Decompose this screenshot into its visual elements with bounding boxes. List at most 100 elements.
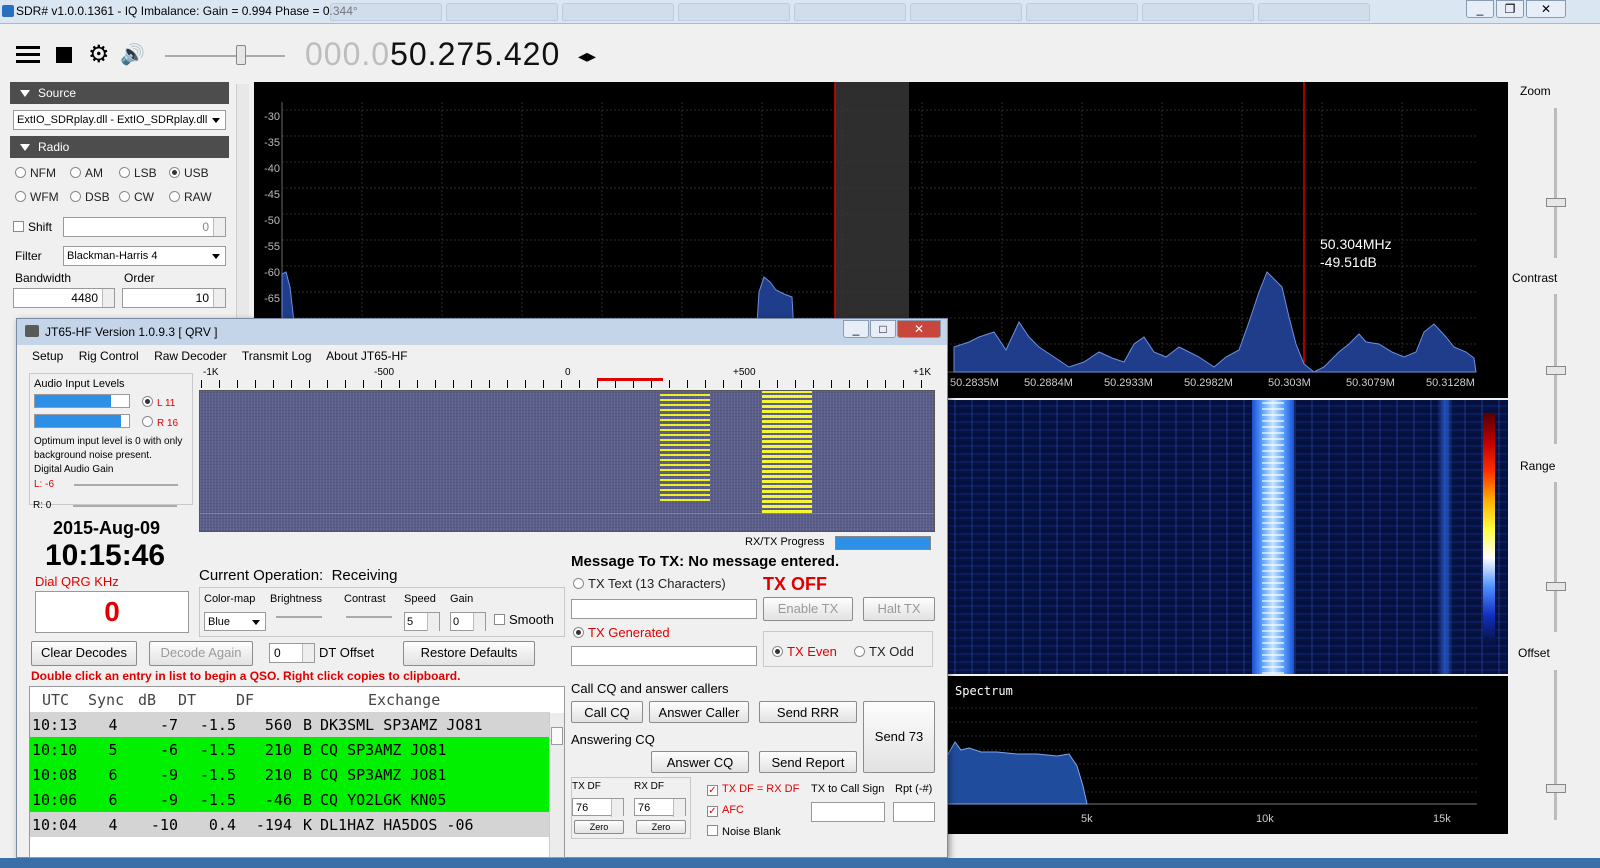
zoom-slider[interactable] [1554,108,1557,258]
decode-list-scrollbar[interactable] [549,713,564,857]
table-row[interactable]: 10:06 6 -9 -1.5 -46 B CQ YO2LGK KN05 [30,787,550,812]
tx-text-input[interactable] [571,599,757,619]
mode-usb[interactable]: USB [169,166,209,180]
cell-exchange: DL1HAZ HA5DOS -06 [320,815,474,834]
tx-generated-radio[interactable]: TX Generated [573,625,670,640]
tx-text-radio[interactable]: TX Text (13 Characters) [573,576,726,591]
brightness-slider[interactable] [276,616,322,618]
answer-cq-button[interactable]: Answer CQ [651,751,749,773]
jt65-waterfall[interactable] [199,390,935,532]
tx-even-radio[interactable]: TX Even [772,644,837,659]
colormap-label: Color-map [204,593,256,605]
source-combo[interactable]: ExtIO_SDRplay.dll - ExtIO_SDRplay.dll [13,110,226,130]
colormap-combo[interactable]: Blue [204,612,266,631]
jt65-title-bar: JT65-HF Version 1.0.9.3 [ QRV ] _ □ ✕ [17,319,947,345]
mode-dsb[interactable]: DSB [70,190,110,204]
right-channel-radio[interactable]: R 16 [142,416,178,429]
table-row[interactable]: 10:04 4 -10 0.4 -194 K DL1HAZ HA5DOS -06 [30,812,550,837]
tx-to-call-input[interactable] [811,802,885,822]
mode-am[interactable]: AM [70,166,103,180]
volume-slider-thumb[interactable] [236,45,246,65]
minimize-icon[interactable]: _ [1466,0,1494,18]
order-input[interactable]: 10 [122,288,226,308]
left-channel-radio[interactable]: L 11 [142,396,175,409]
rpt-input[interactable] [893,802,935,822]
offset-slider[interactable] [1554,670,1557,820]
close-icon[interactable]: ✕ [1526,0,1566,18]
scale-plus-500: +500 [733,367,756,378]
menu-rig-control[interactable]: Rig Control [79,349,139,363]
jt65-maximize-icon[interactable]: □ [870,320,896,338]
range-slider-thumb[interactable] [1546,582,1566,591]
dial-qrg-input[interactable]: 0 [35,591,189,633]
table-row[interactable]: 10:13 4 -7 -1.5 560 B DK3SML SP3AMZ JO81 [30,712,550,737]
table-row[interactable]: 10:08 6 -9 -1.5 210 B CQ SP3AMZ JO81 [30,762,550,787]
left-gain-slider[interactable] [74,484,178,486]
time-display: 10:15:46 [45,539,166,572]
clear-decodes-button[interactable]: Clear Decodes [31,641,137,666]
contrast-slider-jt[interactable] [346,616,392,618]
txdf-eq-rxdf-checkbox[interactable]: ✓ TX DF = RX DF [707,783,799,796]
gain-input[interactable]: 0 [450,612,486,631]
rx-df-zero-button[interactable]: Zero [636,820,686,834]
mode-wfm[interactable]: WFM [15,190,59,204]
tx-df-zero-button[interactable]: Zero [574,820,624,834]
send-73-button[interactable]: Send 73 [863,701,935,773]
menu-transmit-log[interactable]: Transmit Log [242,349,312,363]
source-panel-header[interactable]: Source [10,82,229,104]
contrast-slider-thumb[interactable] [1546,366,1566,375]
menu-raw-decoder[interactable]: Raw Decoder [154,349,227,363]
jt65-minimize-icon[interactable]: _ [843,320,869,338]
range-slider[interactable] [1554,482,1557,632]
noise-blank-checkbox[interactable]: Noise Blank [707,825,781,838]
radio-panel-header[interactable]: Radio [10,136,229,158]
waterfall-display[interactable] [947,400,1508,674]
menu-setup[interactable]: Setup [32,349,63,363]
cell-utc: 10:08 [32,765,78,784]
smooth-checkbox[interactable]: Smooth [494,612,554,627]
mode-nfm[interactable]: NFM [15,166,56,180]
shift-input[interactable]: 0 [63,217,226,237]
send-report-button[interactable]: Send Report [759,751,857,773]
afc-checkbox[interactable]: ✓ AFC [707,804,744,817]
maximize-icon[interactable]: ❐ [1496,0,1524,18]
halt-tx-button[interactable]: Halt TX [863,597,935,621]
jt65-close-icon[interactable]: ✕ [897,320,941,338]
tx-generated-input[interactable] [571,646,757,666]
stop-icon[interactable] [56,47,72,63]
offset-slider-thumb[interactable] [1546,784,1566,793]
cursor-db: -49.51dB [1320,254,1377,270]
answer-caller-button[interactable]: Answer Caller [649,701,749,723]
table-row[interactable]: 10:10 5 -6 -1.5 210 B CQ SP3AMZ JO81 [30,737,550,762]
mode-lsb[interactable]: LSB [119,166,157,180]
call-cq-button[interactable]: Call CQ [571,701,643,723]
tx-df-input[interactable]: 76 [572,798,624,817]
rx-df-input[interactable]: 76 [634,798,686,817]
enable-tx-button[interactable]: Enable TX [763,597,853,621]
tuning-arrows-icon[interactable]: ◂▸ [578,46,596,67]
decode-again-button[interactable]: Decode Again [149,641,253,666]
menu-icon[interactable] [16,46,40,64]
cell-df: 560 [264,715,292,734]
tx-odd-radio[interactable]: TX Odd [854,644,914,659]
right-gain-slider[interactable] [73,505,177,507]
mode-raw[interactable]: RAW [169,190,212,204]
volume-slider[interactable] [165,55,285,57]
menu-about[interactable]: About JT65-HF [326,349,407,363]
spec2-tick-5k: 5k [1081,813,1093,825]
send-rrr-button[interactable]: Send RRR [759,701,857,723]
zoom-slider-thumb[interactable] [1546,198,1566,207]
frequency-display[interactable]: 000.050.275.420 [305,36,560,73]
shift-checkbox[interactable]: Shift [13,220,52,234]
restore-defaults-button[interactable]: Restore Defaults [403,641,535,666]
bandwidth-input[interactable]: 4480 [13,288,115,308]
settings-gear-icon[interactable]: ⚙ [88,40,110,69]
rx-bandwidth-marker [597,378,663,381]
filter-combo[interactable]: Blackman-Harris 4 [63,246,226,266]
audio-input-label: Audio Input Levels [34,378,125,390]
decode-list[interactable]: UTC Sync dB DT DF Exchange 10:13 4 -7 -1.5 5… [29,686,565,858]
speed-input[interactable]: 5 [404,612,440,631]
mode-cw[interactable]: CW [119,190,154,204]
dt-offset-input[interactable]: 0 [269,643,315,663]
speaker-icon[interactable]: 🔊 [120,42,145,67]
